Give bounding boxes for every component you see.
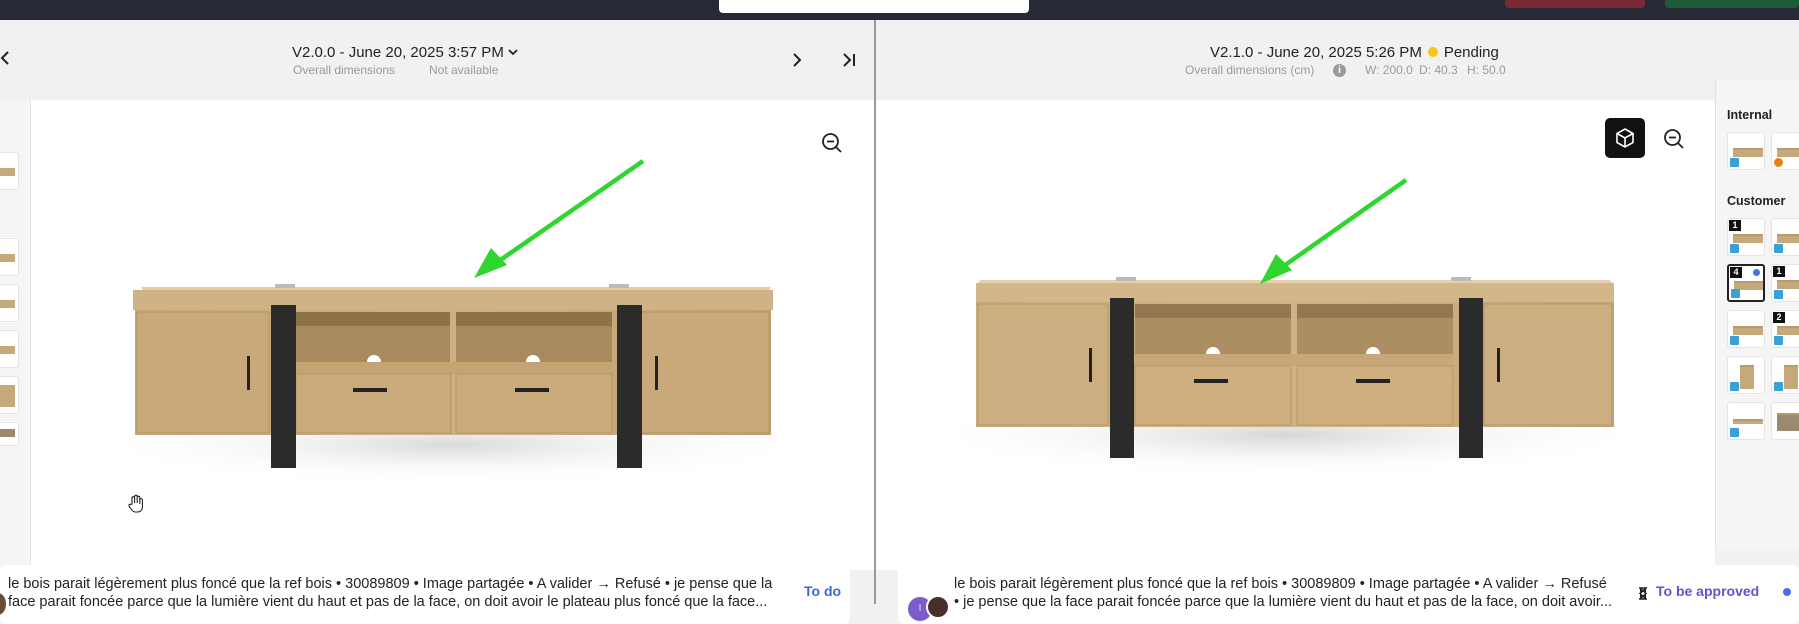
right-dim-height: H: 50.0: [1467, 63, 1506, 77]
left-thumbnail[interactable]: [0, 238, 19, 276]
3d-view-button[interactable]: [1605, 118, 1645, 158]
right-version-title: V2.1.0 - June 20, 2025 5:26 PM: [1210, 43, 1422, 61]
customer-thumbnail[interactable]: [1771, 218, 1799, 256]
avatar: [926, 595, 950, 619]
right-thumbnail-sidebar: Internal Customer 1 4 1 2: [1715, 80, 1799, 550]
right-version-pane: V2.1.0 - June 20, 2025 5:26 PM Pending O…: [876, 20, 1799, 624]
left-dims-value: Not available: [429, 63, 499, 77]
reject-button[interactable]: [1505, 0, 1645, 8]
right-dims-label: Overall dimensions (cm): [1185, 63, 1315, 77]
status-dot-icon: [1427, 47, 1438, 57]
right-image-viewer[interactable]: [876, 100, 1715, 570]
customer-thumbnail[interactable]: [1727, 310, 1765, 348]
approve-button[interactable]: [1665, 0, 1799, 8]
unread-dot-icon: [1783, 588, 1791, 596]
customer-thumbnail[interactable]: [1771, 402, 1799, 440]
customer-section-title: Customer: [1727, 194, 1786, 208]
next-chevron-icon[interactable]: [790, 50, 804, 70]
info-icon[interactable]: i: [1333, 64, 1346, 77]
right-dim-width: W: 200.0: [1365, 63, 1413, 77]
hand-cursor-icon: [125, 492, 147, 516]
thumbnail-badge: 2: [1773, 312, 1785, 323]
left-version-header: V2.0.0 - June 20, 2025 3:57 PM Overall d…: [0, 20, 874, 100]
left-version-selector[interactable]: V2.0.0 - June 20, 2025 3:57 PM: [292, 42, 518, 62]
avatar: [0, 593, 6, 615]
customer-thumbnail[interactable]: [1727, 402, 1765, 440]
internal-section-title: Internal: [1727, 108, 1773, 122]
right-comment-card[interactable]: I le bois parait légèrement plus foncé q…: [898, 565, 1799, 624]
chevron-down-icon: [508, 43, 518, 61]
left-dims-label: Overall dimensions: [293, 63, 396, 77]
left-comment-line1: le bois parait légèrement plus foncé que…: [8, 576, 773, 592]
left-thumbnail[interactable]: [0, 284, 19, 322]
zoom-out-icon[interactable]: [1661, 126, 1687, 152]
thumbnail-badge: 4: [1730, 267, 1742, 278]
right-comment-line1: le bois parait légèrement plus foncé que…: [954, 576, 1607, 592]
left-thumbnail[interactable]: [0, 152, 19, 190]
customer-thumbnail[interactable]: 1: [1771, 264, 1799, 302]
right-version-header: V2.1.0 - June 20, 2025 5:26 PM Pending O…: [876, 20, 1799, 100]
left-thumbnail[interactable]: [0, 330, 19, 368]
cube-icon: [1616, 128, 1634, 148]
right-comment-line2: • je pense que la face parait foncée par…: [954, 594, 1613, 610]
thumbnail-badge: 1: [1773, 266, 1785, 277]
internal-thumbnail[interactable]: [1771, 132, 1799, 170]
left-comment-line2: face parait foncée parce que la lumière …: [8, 594, 768, 610]
thumbnail-badge: 1: [1729, 220, 1741, 231]
right-version-title-row: V2.1.0 - June 20, 2025 5:26 PM Pending: [1210, 42, 1499, 62]
previous-chevron-icon[interactable]: [0, 48, 12, 68]
left-comment-card[interactable]: le bois parait légèrement plus foncé que…: [0, 565, 850, 624]
right-comment-status[interactable]: To be approved: [1656, 583, 1759, 599]
left-thumbnail[interactable]: [0, 422, 19, 446]
right-version-status: Pending: [1443, 43, 1499, 61]
zoom-out-icon[interactable]: [819, 130, 845, 156]
customer-thumbnail[interactable]: [1771, 356, 1799, 394]
top-search-field[interactable]: [719, 0, 1029, 13]
left-version-title: V2.0.0 - June 20, 2025 3:57 PM: [292, 43, 504, 61]
customer-thumbnail[interactable]: 1: [1727, 218, 1765, 256]
customer-thumbnail[interactable]: 2: [1771, 310, 1799, 348]
customer-thumbnail[interactable]: [1727, 356, 1765, 394]
left-thumbnail[interactable]: [0, 376, 19, 414]
hourglass-icon: [1638, 587, 1648, 605]
customer-thumbnail-selected[interactable]: 4: [1727, 264, 1765, 302]
last-version-icon[interactable]: [840, 50, 858, 70]
left-comment-status[interactable]: To do: [804, 583, 841, 599]
unread-dot-icon: [1753, 269, 1760, 276]
left-thumbnail-strip: [0, 100, 31, 570]
internal-thumbnail[interactable]: [1727, 132, 1765, 170]
right-dim-depth: D: 40.3: [1419, 63, 1458, 77]
tv-cabinet-image: [91, 159, 811, 485]
left-version-pane: V2.0.0 - June 20, 2025 3:57 PM Overall d…: [0, 20, 874, 624]
left-image-viewer[interactable]: [31, 100, 874, 570]
app-top-bar: [0, 0, 1799, 20]
tv-cabinet-image: [921, 178, 1651, 477]
